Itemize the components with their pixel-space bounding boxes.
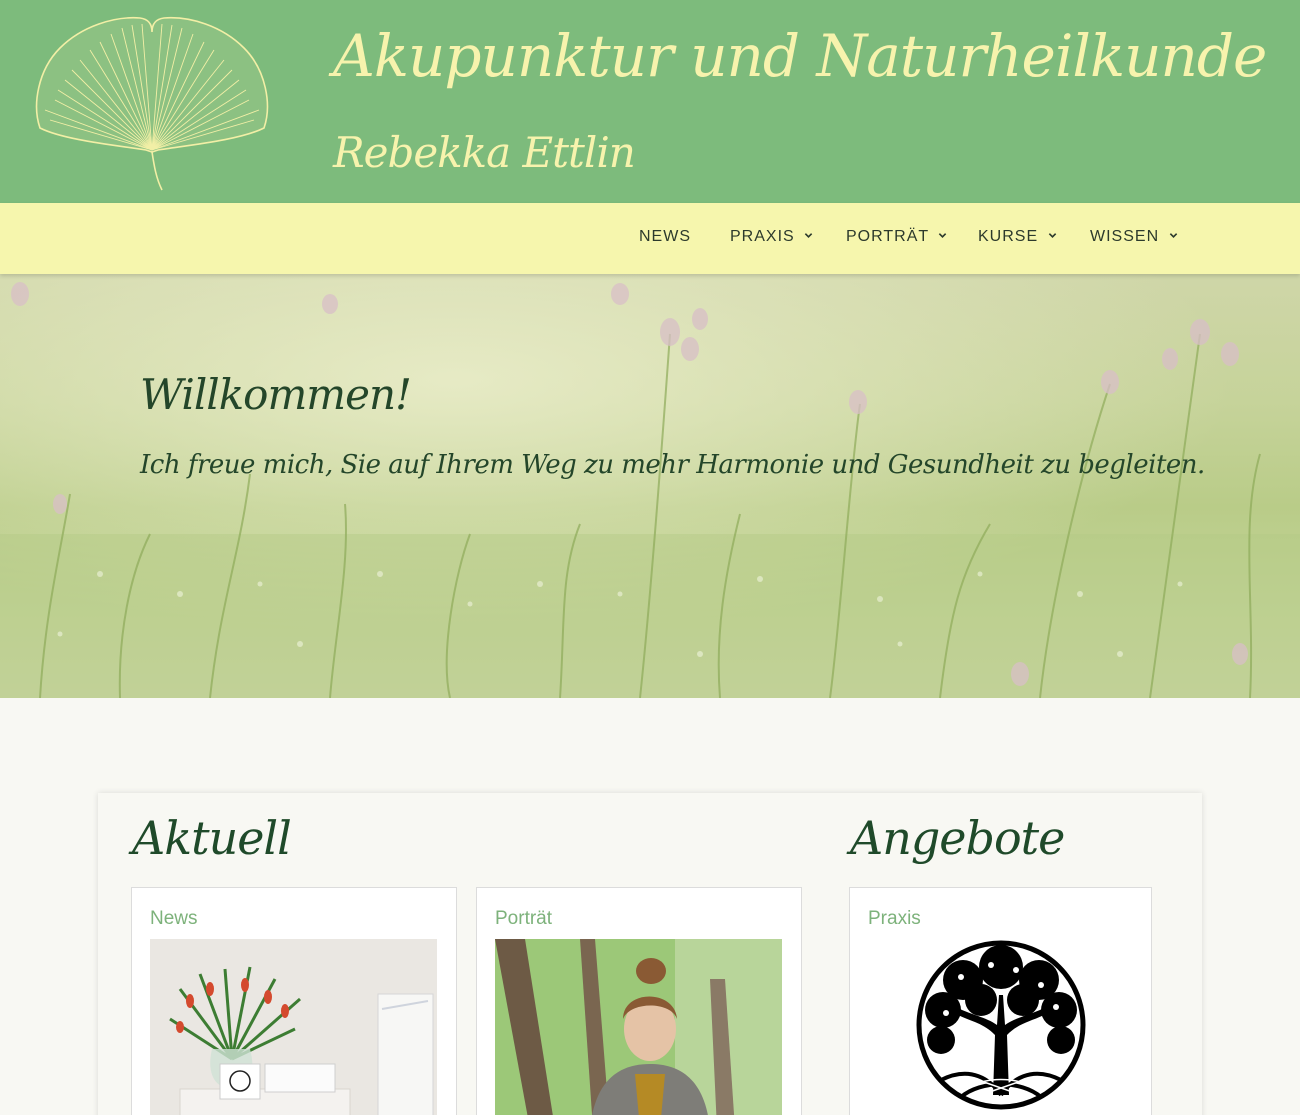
site-header: Akupunktur und Naturheilkunde Rebekka Et… [0,0,1300,203]
chevron-down-icon [804,233,813,238]
chevron-down-icon [1048,233,1056,238]
section-title-aktuell: Aktuell [132,811,292,865]
meadow-flowers-photo [0,274,1300,698]
chevron-down-icon [1169,233,1177,238]
site-title[interactable]: Akupunktur und Naturheilkunde [333,22,1267,90]
hero-title: Willkommen! [140,370,412,419]
site-subtitle: Rebekka Ettlin [333,128,636,177]
nav-item-label: KURSE [978,228,1039,245]
card-title[interactable]: News [150,908,198,930]
nav-item-label: WISSEN [1090,228,1160,245]
nav-item-praxis[interactable]: PRAXIS [730,228,813,246]
nav-item-label: NEWS [639,228,691,245]
hero-text: Ich freue mich, Sie auf Ihrem Weg zu meh… [140,450,1205,480]
nav-item-news[interactable]: NEWS [639,228,691,246]
nav-item-portraet[interactable]: PORTRÄT [846,228,947,246]
nav-item-wissen[interactable]: WISSEN [1090,228,1178,246]
card-praxis[interactable]: Praxis [849,887,1152,1115]
hero-banner: Willkommen! Ich freue mich, Sie auf Ihre… [0,274,1300,698]
nav-item-label: PORTRÄT [846,228,929,245]
portrait-woman-photo[interactable] [495,939,782,1115]
card-title[interactable]: Praxis [868,908,921,930]
card-news[interactable]: News [131,887,457,1115]
chevron-down-icon [939,233,947,238]
main-navigation: NEWS PRAXIS PORTRÄT KURSE WISSEN [0,203,1300,274]
nav-item-kurse[interactable]: KURSE [978,228,1057,246]
card-title[interactable]: Porträt [495,908,552,930]
card-portraet[interactable]: Porträt [476,887,802,1115]
ginkgo-leaf-logo[interactable] [30,10,275,195]
tree-of-life-icon[interactable] [868,939,1134,1115]
tulips-table-photo[interactable] [150,939,437,1115]
nav-item-label: PRAXIS [730,228,795,245]
section-title-angebote: Angebote [850,811,1065,865]
